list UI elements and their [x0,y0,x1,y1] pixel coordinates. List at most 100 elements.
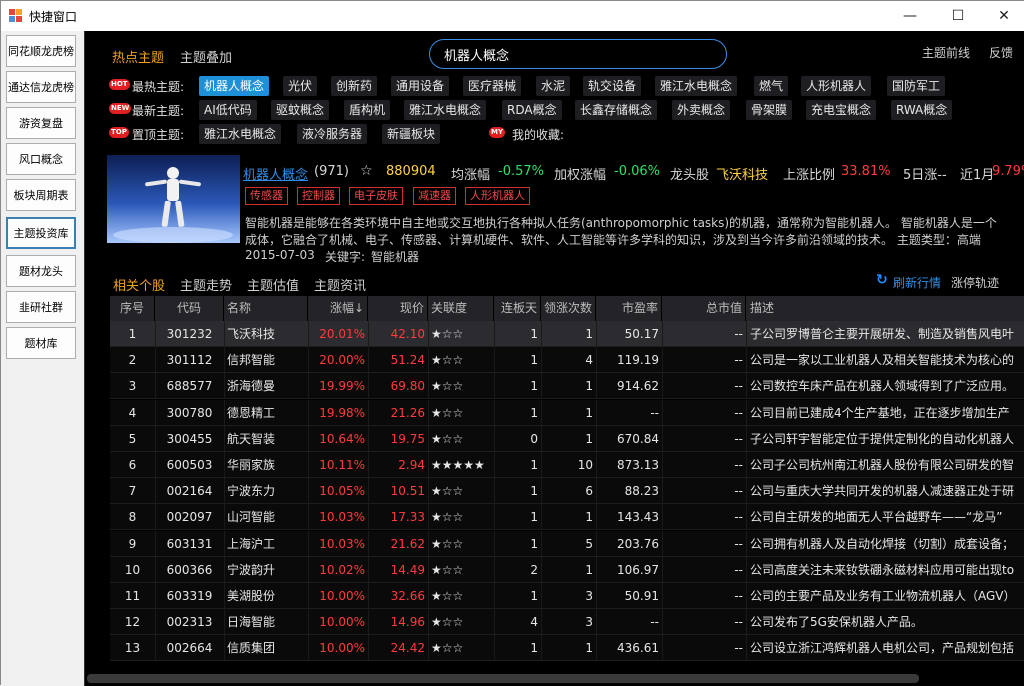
tab-theme-valuation[interactable]: 主题估值 [247,275,299,294]
col-index[interactable]: 序号 [110,296,155,321]
cell-index: 4 [128,405,137,420]
cell-limit-days: 1 [530,327,538,341]
table-row[interactable]: 8 002097 山河智能 10.03% 17.33 ★☆☆ 1 1 143.43 -- 公司自主研… [110,504,1024,531]
theme-tag[interactable]: 轨交设备 [583,76,642,96]
cell-change: 10.03% [319,536,365,551]
theme-tag[interactable]: 骨架膜 [746,100,793,120]
maximize-button[interactable]: ☐ [935,1,981,31]
theme-tag[interactable]: 燃气 [754,76,789,96]
theme-tag[interactable]: 雅江水电概念 [199,124,282,144]
link-feedback[interactable]: 反馈 [989,44,1013,61]
tab-related-stocks[interactable]: 相关个股 [113,275,165,294]
scrollbar-thumb[interactable] [87,674,919,683]
horizontal-scrollbar[interactable] [85,671,1024,686]
sidebar-item-research-community[interactable]: 韭研社群 [6,291,76,323]
table-row[interactable]: 10 600366 宁波韵升 10.02% 14.49 ★☆☆ 2 1 106.97 -- 公司高度… [110,556,1024,583]
tab-hot-themes[interactable]: 热点主题 [112,47,164,66]
table-row[interactable]: 2 301112 信邦智能 20.00% 51.24 ★☆☆ 1 4 119.19 -- 公司是一家… [110,347,1024,374]
sidebar-item-ths-dragon-tiger[interactable]: 同花顺龙虎榜 [6,35,76,67]
concept-subtag[interactable]: 控制器 [297,187,340,205]
limit-up-track-button[interactable]: 涨停轨迹 [951,274,999,291]
sidebar-item-theme-library[interactable]: 主题投资库 [6,217,76,249]
favorite-star-icon[interactable]: ☆ [360,163,373,179]
search-input[interactable]: 机器人概念 [429,39,727,69]
tab-theme-trend[interactable]: 主题走势 [180,275,232,294]
refresh-icon[interactable]: ↻ [876,272,888,288]
sidebar-item-theme-leaders[interactable]: 题材龙头 [6,255,76,287]
sidebar-item-sector-cycle[interactable]: 板块周期表 [6,179,76,211]
cell-lead-count: 1 [585,431,593,446]
minimize-button[interactable]: — [887,1,933,31]
refresh-quotes-button[interactable]: 刷新行情 [893,274,941,291]
table-row[interactable]: 9 603131 上海沪工 10.03% 21.62 ★☆☆ 1 5 203.76 -- 公司拥有机… [110,530,1024,557]
sidebar-item-tdx-dragon-tiger[interactable]: 通达信龙虎榜 [6,71,76,103]
cell-description: 公司子公司杭州南江机器人股份有限公司研发的智 [750,458,1015,472]
theme-tag[interactable]: AI低代码 [199,100,257,120]
theme-tag[interactable]: RWA概念 [891,100,953,120]
col-name[interactable]: 名称 [224,296,308,321]
table-row[interactable]: 11 603319 美湖股份 10.00% 32.66 ★☆☆ 1 3 50.91 -- 公司的主要… [110,583,1024,609]
cell-index: 1 [128,327,137,341]
tab-theme-news[interactable]: 主题资讯 [314,275,366,294]
col-market-cap[interactable]: 总市值 [662,296,746,321]
cell-name: 信质集团 [227,641,276,656]
link-theme-frontier[interactable]: 主题前线 [922,44,970,61]
table-row[interactable]: 13 002664 信质集团 10.00% 24.42 ★☆☆ 1 1 436.61 -- 公司设立… [110,635,1024,662]
theme-tag[interactable]: 雅江水电概念 [655,76,738,96]
concept-subtag[interactable]: 人形机器人 [465,187,530,205]
hot-badge: HOT [109,79,130,90]
theme-tag[interactable]: 驱蚊概念 [271,100,330,120]
theme-tag[interactable]: 充电宝概念 [806,100,877,120]
tab-theme-overlay[interactable]: 主题叠加 [180,47,232,66]
table-row[interactable]: 12 002313 日海智能 10.00% 14.96 ★☆☆ 4 3 -- -- 公司发布了5G安… [110,609,1024,636]
theme-tag[interactable]: 创新药 [331,76,378,96]
col-limit-days[interactable]: 连板天 [494,296,541,321]
concept-date: 2015-07-03 [245,248,315,262]
theme-tag[interactable]: 光伏 [283,76,318,96]
concept-subtag[interactable]: 传感器 [245,187,288,205]
col-pe[interactable]: 市盈率 [596,296,662,321]
leader-stock[interactable]: 飞沃科技 [716,164,768,183]
cell-index: 5 [128,431,137,446]
theme-tag[interactable]: 盾构机 [344,100,391,120]
sidebar-item-theme-database[interactable]: 题材库 [6,327,76,359]
theme-tag[interactable]: 水泥 [536,76,571,96]
cell-limit-days: 1 [530,405,538,420]
cell-market-cap: -- [734,353,743,368]
theme-tag[interactable]: 机器人概念 [199,76,270,96]
theme-tag[interactable]: 通用设备 [391,76,450,96]
col-lead-count[interactable]: 领涨次数 [541,296,596,321]
sidebar-item-trend-concepts[interactable]: 风口概念 [6,143,76,175]
theme-tag[interactable]: 长鑫存储概念 [575,100,658,120]
col-description[interactable]: 描述 [746,296,1024,321]
sidebar-item-label: 通达信龙虎榜 [8,81,74,94]
table-row[interactable]: 6 600503 华丽家族 10.11% 2.94 ★★★★★ 1 10 873.13 -- 公司子… [110,452,1024,478]
cell-index: 6 [128,458,137,472]
cell-name: 德恩精工 [227,405,276,420]
theme-tag[interactable]: RDA概念 [502,100,562,120]
col-change[interactable]: 涨幅↓ [308,296,368,321]
concept-subtag[interactable]: 减速器 [413,187,456,205]
theme-tag[interactable]: 外卖概念 [672,100,731,120]
theme-tag[interactable]: 新疆板块 [382,124,441,144]
theme-tag[interactable]: 雅江水电概念 [404,100,487,120]
table-row[interactable]: 7 002164 宁波东力 10.05% 10.51 ★☆☆ 1 6 88.23 -- 公司与重庆大… [110,478,1024,505]
keyword-value: 智能机器 [371,250,420,264]
col-price[interactable]: 现价 [368,296,428,321]
sidebar-item-hot-money-review[interactable]: 游资复盘 [6,107,76,139]
theme-tag[interactable]: 液冷服务器 [297,124,368,144]
col-code[interactable]: 代码 [155,296,224,321]
table-row[interactable]: 4 300780 德恩精工 19.98% 21.26 ★☆☆ 1 1 -- -- 公司目前已建成4个… [110,399,1024,426]
close-button[interactable]: ✕ [981,1,1024,31]
cell-pe: 88.23 [624,484,659,499]
theme-tag[interactable]: 人形机器人 [801,76,872,96]
col-relevance[interactable]: 关联度 [428,296,494,321]
concept-name-link[interactable]: 机器人概念 [243,164,308,183]
concept-subtag[interactable]: 电子皮肤 [349,187,403,205]
theme-tag[interactable]: 国防军工 [887,76,946,96]
theme-tag[interactable]: 医疗器械 [463,76,522,96]
table-row[interactable]: 5 300455 航天智装 10.64% 19.75 ★☆☆ 0 1 670.84 -- 子公司轩宇… [110,425,1024,452]
table-row[interactable]: 1 301232 飞沃科技 20.01% 42.10 ★☆☆ 1 1 50.17 -- 子公司罗博普… [110,321,1024,347]
cell-index: 9 [128,536,137,551]
table-row[interactable]: 3 688577 浙海德曼 19.99% 69.80 ★☆☆ 1 1 914.62 -- 公司数控车… [110,373,1024,400]
